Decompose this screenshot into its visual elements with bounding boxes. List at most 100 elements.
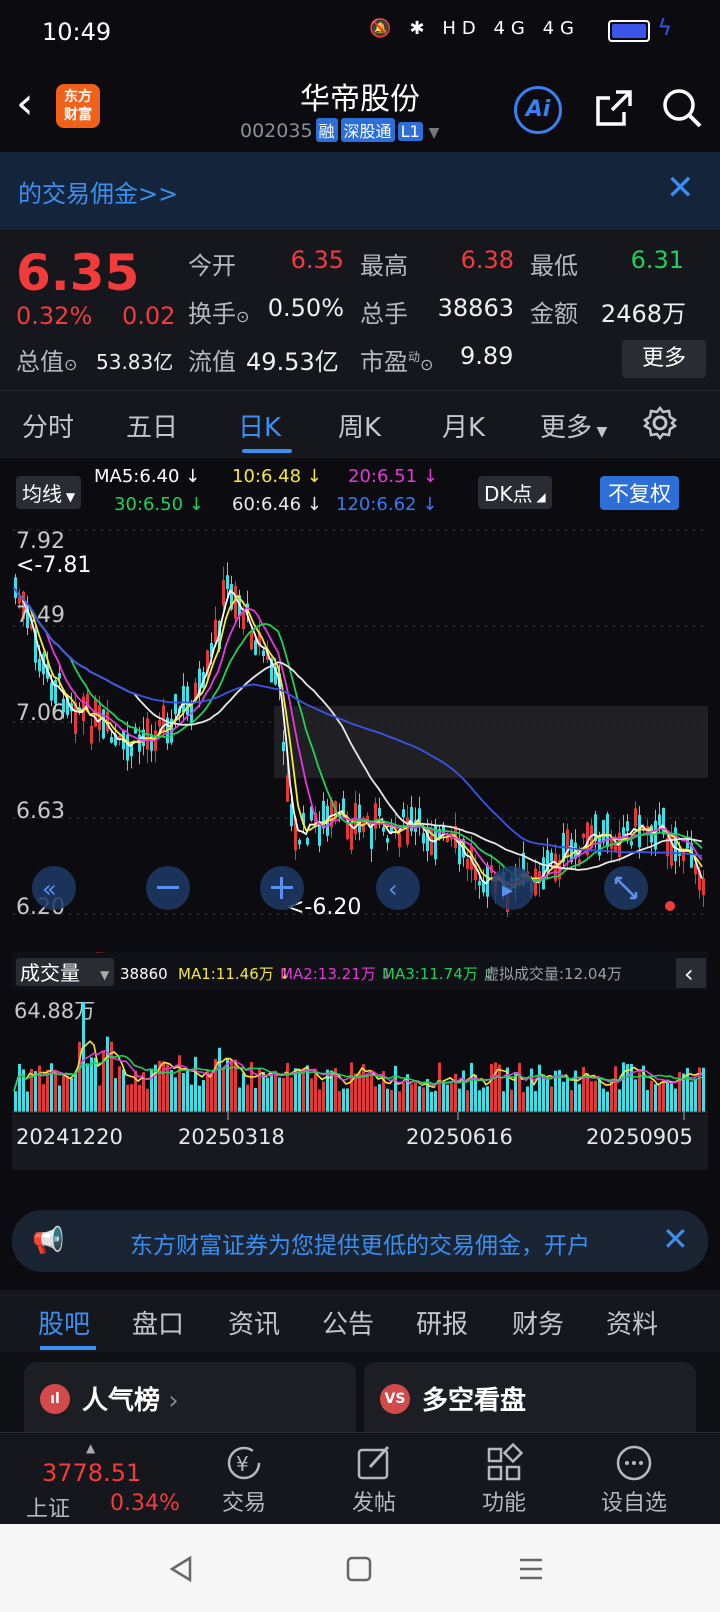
share-icon[interactable]	[592, 86, 636, 134]
index-percent: 0.34%	[110, 1491, 180, 1516]
zoom-in-icon[interactable]	[260, 866, 304, 910]
tab-news[interactable]: 资讯	[228, 1304, 280, 1341]
total-value: 53.83亿	[96, 350, 174, 374]
volume-bar	[282, 1077, 285, 1112]
stock-code-row[interactable]: 002035 融深股通 L1 ▼	[240, 118, 439, 142]
volume-chart[interactable]: 成交量 ▼ 38860 MA1:11.46万 ↓ MA2:13.21万 ↓ MA…	[12, 952, 708, 1192]
tab-more[interactable]: 更多 ▼	[540, 407, 607, 444]
dk-point-button[interactable]: DK点 ◢	[478, 476, 552, 509]
candle	[378, 808, 381, 817]
status-bar: 10:49 🔕 ✱ HD 4G 4G ϟ	[0, 0, 720, 64]
volume-bar	[178, 1055, 181, 1112]
system-back-icon[interactable]	[166, 1554, 196, 1584]
popularity-card[interactable]: ıl 人气榜 ›	[24, 1362, 356, 1432]
tab-profile[interactable]: 资料	[606, 1304, 658, 1341]
candle	[158, 720, 161, 727]
tab-announcements[interactable]: 公告	[322, 1304, 374, 1341]
volume-bar	[394, 1065, 397, 1112]
candle	[702, 878, 705, 896]
candle	[398, 834, 401, 848]
system-home-icon[interactable]	[344, 1554, 374, 1584]
zoom-out-icon[interactable]	[146, 866, 190, 910]
active-tab-indicator	[242, 449, 292, 453]
system-menu-icon[interactable]	[516, 1554, 546, 1584]
period-tabs: 分时 五日 日K 周K 月K 更多 ▼	[0, 390, 720, 458]
candle	[282, 742, 285, 752]
fullscreen-icon[interactable]	[604, 866, 648, 910]
tab-weekly-k[interactable]: 周K	[338, 407, 381, 444]
tab-research[interactable]: 研报	[416, 1304, 468, 1341]
virtual-volume: 虚拟成交量:12.04万	[484, 965, 622, 983]
close-icon[interactable]: ✕	[666, 168, 695, 208]
volume-bar	[662, 1079, 665, 1112]
search-icon[interactable]	[660, 86, 704, 134]
nav-trade[interactable]: ¥ 交易	[194, 1441, 294, 1517]
volume-bar	[602, 1088, 605, 1112]
tab-forum[interactable]: 股吧	[38, 1304, 90, 1341]
tab-orderbook[interactable]: 盘口	[132, 1304, 184, 1341]
candle	[186, 686, 189, 716]
volume-bar	[450, 1083, 453, 1112]
latest-dot	[665, 901, 675, 911]
bull-bear-card[interactable]: VS 多空看盘	[364, 1362, 696, 1432]
volume-bar	[130, 1084, 133, 1112]
tab-financials[interactable]: 财务	[512, 1304, 564, 1341]
volume-bar	[618, 1089, 621, 1112]
adjust-button[interactable]: 不复权	[600, 476, 679, 510]
volume-bar	[286, 1062, 289, 1112]
tab-five-day[interactable]: 五日	[126, 407, 178, 444]
volume-bar	[126, 1084, 129, 1112]
ma5-value: MA5:6.40 ↓	[94, 466, 201, 487]
volume-bar	[490, 1063, 493, 1112]
indicator-selector[interactable]: 均线 ▼	[16, 476, 82, 509]
ma60-value: 60:6.46 ↓	[232, 494, 322, 515]
float-value: 49.53亿	[246, 348, 339, 376]
nav-watchlist-settings[interactable]: 设自选	[584, 1441, 684, 1517]
candle	[634, 808, 637, 827]
volume-ma3: MA3:11.74万 ↓	[382, 965, 495, 983]
volume-bar	[390, 1090, 393, 1112]
volume-bar	[238, 1087, 241, 1112]
volume-bar	[182, 1072, 185, 1112]
candle	[262, 650, 265, 656]
volume-bar	[290, 1077, 293, 1112]
x-tick: 20250318	[178, 1125, 285, 1149]
turnover-value: 0.50%	[267, 294, 344, 322]
tab-monthly-k[interactable]: 月K	[442, 407, 485, 444]
index-value[interactable]: 3778.51	[42, 1459, 141, 1487]
ma-legend: 均线 ▼ MA5:6.40 ↓ 10:6.48 ↓ 20:6.51 ↓ 30:6…	[0, 460, 720, 522]
volume-bar	[650, 1080, 653, 1112]
connect-tag: 深股通	[340, 118, 395, 142]
candle	[406, 817, 409, 845]
play-icon[interactable]: ▸	[490, 866, 534, 910]
candlestick-chart[interactable]: 7.92 7.49 7.06 6.63 6.20 <-7.81 <-6.20 «…	[12, 522, 708, 952]
volume-bar	[42, 1084, 45, 1112]
tab-intraday[interactable]: 分时	[22, 407, 74, 444]
volume-bar	[318, 1089, 321, 1112]
volume-bar	[370, 1069, 373, 1112]
candle	[150, 734, 153, 751]
back-step-icon[interactable]: ‹	[376, 866, 420, 910]
candle	[214, 619, 217, 643]
range-highlight	[274, 706, 708, 778]
nav-functions[interactable]: 功能	[454, 1441, 554, 1517]
candle	[478, 881, 481, 886]
volume-bar	[590, 1081, 593, 1112]
total-value-label: 总值⊙	[16, 348, 78, 376]
change-percent: 0.32%	[16, 302, 93, 330]
ai-button[interactable]: Ai	[514, 86, 562, 134]
volume-bar	[530, 1068, 533, 1112]
volume-label: 总手	[360, 300, 408, 328]
commission-banner[interactable]: 的交易佣金>> ✕	[0, 152, 720, 230]
nav-post[interactable]: 发帖	[324, 1441, 424, 1517]
rewind-icon[interactable]: «	[32, 866, 76, 910]
versus-icon: VS	[380, 1384, 410, 1414]
tab-daily-k[interactable]: 日K	[238, 407, 281, 444]
gear-icon[interactable]	[642, 405, 678, 445]
volume-bar	[366, 1075, 369, 1112]
volume-bar	[66, 1075, 69, 1112]
promo-bar[interactable]: 📢 东方财富证券为您提供更低的交易佣金，开户 ✕	[12, 1210, 708, 1272]
x-tick: 20241220	[16, 1125, 123, 1149]
more-quote-button[interactable]: 更多	[622, 340, 706, 378]
close-icon[interactable]: ✕	[662, 1220, 689, 1258]
